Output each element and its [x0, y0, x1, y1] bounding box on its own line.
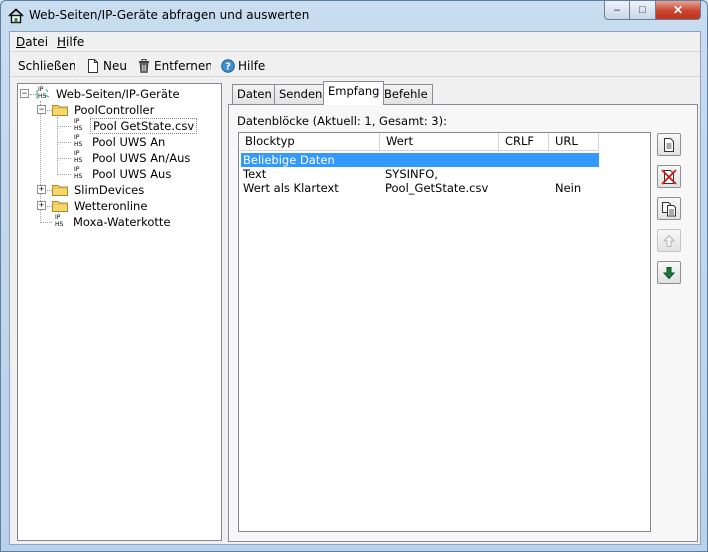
tab-befehle[interactable]: Befehle — [379, 84, 433, 104]
remove-button[interactable]: Entfernen — [137, 57, 213, 74]
table-row[interactable]: Text SYSINFO, — [241, 167, 599, 181]
expand-wetteronline-expander[interactable]: + — [37, 201, 46, 210]
new-document-icon — [88, 58, 98, 73]
tree-node-root[interactable]: IP HS Web-Seiten/IP-Geräte — [35, 86, 182, 102]
toolbar: Schließen Neu Entfernen ? Hilfe — [10, 53, 700, 77]
move-down-button[interactable] — [657, 261, 681, 284]
tab-senden[interactable]: Senden — [274, 84, 328, 104]
pane-splitter[interactable] — [223, 83, 227, 541]
tree-label: PoolController — [74, 103, 155, 117]
new-block-button[interactable] — [657, 133, 681, 156]
cell-wert: Pool_GetState.csv — [385, 181, 489, 195]
table-row[interactable]: Wert als Klartext Pool_GetState.csv Nein — [241, 181, 599, 195]
help-icon: ? — [221, 58, 235, 73]
tree-node-slimdevices[interactable]: SlimDevices — [52, 182, 146, 198]
folder-icon — [52, 184, 68, 196]
tree-node-poolcontroller[interactable]: PoolController — [52, 102, 156, 118]
tree-node-moxa-waterkotte[interactable]: IP HS Moxa-Waterkotte — [52, 214, 173, 230]
close-window-button[interactable]: ✕ — [656, 1, 701, 20]
tree-label: Pool UWS An — [92, 135, 166, 149]
close-button-label: Schließen — [18, 58, 77, 73]
tab-empfang[interactable]: Empfang — [323, 81, 385, 105]
window-title: Web-Seiten/IP-Geräte abfragen und auswer… — [29, 8, 310, 22]
ip-device-icon: IP HS — [74, 134, 83, 148]
tree-label: Wetteronline — [74, 199, 148, 213]
collapse-root-expander[interactable]: − — [20, 89, 29, 98]
tree-label: Pool UWS An/Aus — [92, 151, 191, 165]
ip-device-icon: IP HS — [35, 87, 51, 101]
cell-blocktyp: Text — [243, 167, 267, 181]
column-header-url[interactable]: URL — [549, 133, 599, 151]
empfang-panel: Datenblöcke (Aktuell: 1, Gesamt: 3): Blo… — [228, 104, 698, 542]
trash-icon — [139, 58, 149, 73]
column-header-blocktyp[interactable]: Blocktyp — [239, 133, 380, 151]
menu-hilfe[interactable]: Hilfe — [57, 35, 84, 49]
app-house-icon — [8, 8, 24, 24]
svg-text:?: ? — [225, 61, 231, 72]
ip-device-icon: IP HS — [74, 118, 83, 132]
delete-block-button[interactable] — [657, 165, 681, 188]
tree-node-pool-uws-an-aus[interactable]: IP HS Pool UWS An/Aus — [71, 150, 192, 166]
close-button[interactable]: Schließen — [18, 57, 76, 74]
new-button-label: Neu — [103, 58, 127, 73]
title-bar[interactable]: Web-Seiten/IP-Geräte abfragen und auswer… — [1, 1, 707, 31]
cell-wert: SYSINFO, — [385, 167, 438, 181]
application-window: Web-Seiten/IP-Geräte abfragen und auswer… — [0, 0, 708, 552]
tree-node-pool-getstate[interactable]: IP HS Pool GetState.csv — [71, 118, 198, 134]
device-tree[interactable]: − IP HS Web-Seiten/IP-Geräte − PoolContr… — [17, 83, 222, 541]
toolbar-separator — [75, 57, 76, 74]
cell-blocktyp: Wert als Klartext — [243, 181, 339, 195]
tree-label: Moxa-Waterkotte — [73, 215, 171, 229]
minimize-button[interactable]: – — [604, 1, 630, 20]
arrow-down-icon — [662, 266, 676, 279]
cell-url: Nein — [555, 181, 582, 195]
ip-device-icon: IP HS — [55, 214, 64, 228]
copy-block-button[interactable] — [657, 197, 681, 220]
maximize-button[interactable]: □ — [630, 1, 656, 20]
move-up-button[interactable] — [657, 229, 681, 252]
remove-button-label: Entfernen — [154, 58, 213, 73]
maximize-icon: □ — [639, 4, 646, 16]
folder-icon — [52, 200, 68, 212]
tree-label: Pool UWS Aus — [92, 167, 172, 181]
datenbloecke-label: Datenblöcke (Aktuell: 1, Gesamt: 3): — [237, 114, 447, 128]
column-header-wert[interactable]: Wert — [380, 133, 499, 151]
help-button-label: Hilfe — [238, 58, 266, 73]
minimize-icon: – — [613, 4, 621, 16]
new-button[interactable]: Neu — [86, 57, 127, 74]
delete-document-icon — [661, 168, 677, 185]
cell-blocktyp: Beliebige Daten — [243, 153, 335, 167]
table-row[interactable]: Beliebige Daten — [241, 153, 599, 167]
client-area: Datei Hilfe Schließen Neu Entfernen ? Hi… — [9, 31, 701, 545]
tree-label: SlimDevices — [74, 183, 145, 197]
copy-document-icon — [662, 201, 676, 216]
ip-device-icon: IP HS — [74, 150, 83, 164]
tree-node-wetteronline[interactable]: Wetteronline — [52, 198, 149, 214]
expand-slimdevices-expander[interactable]: + — [37, 185, 46, 194]
window-controls: – □ ✕ — [604, 1, 701, 20]
tab-daten[interactable]: Daten — [232, 84, 277, 104]
list-header: Blocktyp Wert CRLF URL — [239, 133, 650, 151]
menu-datei[interactable]: Datei — [16, 35, 48, 49]
collapse-poolcontroller-expander[interactable]: − — [37, 105, 46, 114]
tree-label: Web-Seiten/IP-Geräte — [56, 87, 180, 101]
data-blocks-list[interactable]: Blocktyp Wert CRLF URL Beliebige Daten T… — [238, 132, 651, 532]
tree-node-pool-uws-aus[interactable]: IP HS Pool UWS Aus — [71, 166, 173, 182]
document-icon — [664, 137, 674, 152]
column-header-crlf[interactable]: CRLF — [499, 133, 549, 151]
tree-label: Pool GetState.csv — [90, 118, 198, 134]
tab-control: Daten Senden Empfang Befehle Datenblöcke… — [228, 80, 698, 542]
tree-node-pool-uws-an[interactable]: IP HS Pool UWS An — [71, 134, 167, 150]
ip-device-icon: IP HS — [74, 166, 83, 180]
menu-bar: Datei Hilfe — [10, 32, 700, 52]
folder-icon — [52, 104, 68, 116]
arrow-up-icon — [662, 234, 676, 247]
close-icon: ✕ — [672, 3, 684, 17]
toolbar-separator — [211, 57, 212, 74]
help-button[interactable]: ? Hilfe — [221, 57, 265, 74]
